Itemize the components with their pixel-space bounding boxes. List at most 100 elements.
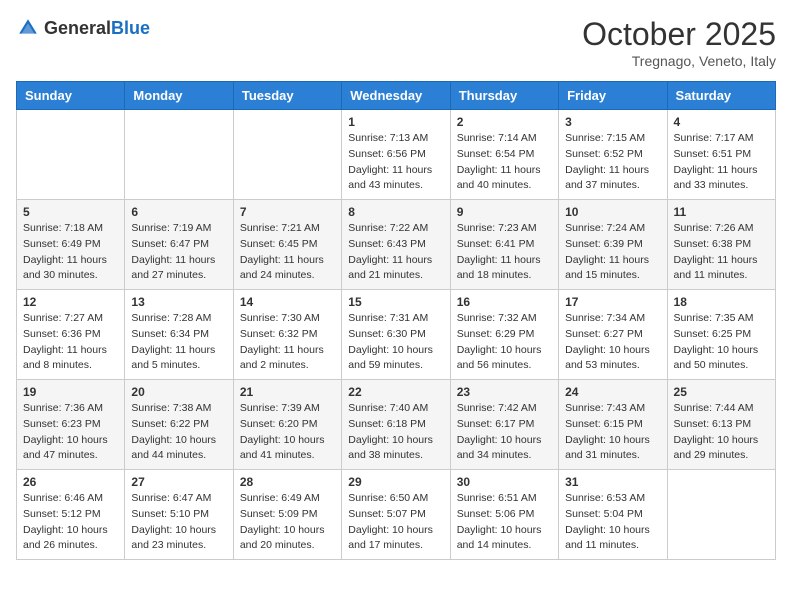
- day-number: 7: [240, 205, 335, 219]
- calendar-cell: 4Sunrise: 7:17 AMSunset: 6:51 PMDaylight…: [667, 110, 775, 200]
- day-header-monday: Monday: [125, 82, 233, 110]
- day-number: 20: [131, 385, 226, 399]
- calendar-cell: 31Sunrise: 6:53 AMSunset: 5:04 PMDayligh…: [559, 470, 667, 560]
- calendar-header-row: SundayMondayTuesdayWednesdayThursdayFrid…: [17, 82, 776, 110]
- calendar-week-row: 1 Sunrise: 7:13 AMSunset: 6:56 PMDaylight…: [17, 110, 776, 200]
- calendar-week-row: 26 Sunrise: 6:46 AMSunset: 5:12 PMDayligh…: [17, 470, 776, 560]
- day-number: 2: [457, 115, 552, 129]
- title-block: October 2025 Tregnago, Veneto, Italy: [582, 16, 776, 69]
- calendar-cell: 27Sunrise: 6:47 AMSunset: 5:10 PMDayligh…: [125, 470, 233, 560]
- calendar-cell: [17, 110, 125, 200]
- calendar-week-row: 5 Sunrise: 7:18 AMSunset: 6:49 PMDaylight…: [17, 200, 776, 290]
- day-info: Sunrise: 7:40 AMSunset: 6:18 PMDaylight:…: [348, 401, 443, 464]
- day-info: Sunrise: 7:34 AMSunset: 6:27 PMDaylight:…: [565, 311, 660, 374]
- day-header-saturday: Saturday: [667, 82, 775, 110]
- calendar-cell: 18 Sunrise: 7:35 AMSunset: 6:25 PMDayligh…: [667, 290, 775, 380]
- day-info: Sunrise: 6:53 AMSunset: 5:04 PMDaylight:…: [565, 491, 660, 554]
- day-number: 3: [565, 115, 660, 129]
- day-info: Sunrise: 6:47 AMSunset: 5:10 PMDaylight:…: [131, 491, 226, 554]
- calendar-cell: [233, 110, 341, 200]
- calendar-cell: [125, 110, 233, 200]
- day-info: Sunrise: 7:26 AMSunset: 6:38 PMDaylight:…: [674, 221, 769, 284]
- day-info: Sunrise: 7:23 AMSunset: 6:41 PMDaylight:…: [457, 221, 552, 284]
- day-number: 9: [457, 205, 552, 219]
- calendar-cell: 9 Sunrise: 7:23 AMSunset: 6:41 PMDaylight…: [450, 200, 558, 290]
- day-info: Sunrise: 7:17 AMSunset: 6:51 PMDaylight:…: [674, 131, 769, 194]
- day-number: 10: [565, 205, 660, 219]
- day-info: Sunrise: 7:28 AMSunset: 6:34 PMDaylight:…: [131, 311, 226, 374]
- day-info: Sunrise: 7:35 AMSunset: 6:25 PMDaylight:…: [674, 311, 769, 374]
- calendar-cell: 20 Sunrise: 7:38 AMSunset: 6:22 PMDayligh…: [125, 380, 233, 470]
- calendar-cell: 11 Sunrise: 7:26 AMSunset: 6:38 PMDayligh…: [667, 200, 775, 290]
- day-info: Sunrise: 6:49 AMSunset: 5:09 PMDaylight:…: [240, 491, 335, 554]
- day-number: 22: [348, 385, 443, 399]
- day-number: 28: [240, 475, 335, 489]
- day-info: Sunrise: 6:46 AMSunset: 5:12 PMDaylight:…: [23, 491, 118, 554]
- day-info: Sunrise: 7:15 AMSunset: 6:52 PMDaylight:…: [565, 131, 660, 194]
- day-number: 12: [23, 295, 118, 309]
- calendar-cell: 12 Sunrise: 7:27 AMSunset: 6:36 PMDayligh…: [17, 290, 125, 380]
- calendar-cell: 23 Sunrise: 7:42 AMSunset: 6:17 PMDayligh…: [450, 380, 558, 470]
- day-number: 26: [23, 475, 118, 489]
- day-number: 6: [131, 205, 226, 219]
- day-number: 18: [674, 295, 769, 309]
- day-info: Sunrise: 7:14 AMSunset: 6:54 PMDaylight:…: [457, 131, 552, 194]
- calendar-cell: 15Sunrise: 7:31 AMSunset: 6:30 PMDayligh…: [342, 290, 450, 380]
- calendar-cell: 8 Sunrise: 7:22 AMSunset: 6:43 PMDaylight…: [342, 200, 450, 290]
- calendar-cell: 14 Sunrise: 7:30 AMSunset: 6:32 PMDayligh…: [233, 290, 341, 380]
- calendar-week-row: 19Sunrise: 7:36 AMSunset: 6:23 PMDayligh…: [17, 380, 776, 470]
- calendar-cell: 21 Sunrise: 7:39 AMSunset: 6:20 PMDayligh…: [233, 380, 341, 470]
- logo-icon: [16, 16, 40, 40]
- calendar-cell: 26 Sunrise: 6:46 AMSunset: 5:12 PMDayligh…: [17, 470, 125, 560]
- day-number: 23: [457, 385, 552, 399]
- day-number: 25: [674, 385, 769, 399]
- day-info: Sunrise: 7:42 AMSunset: 6:17 PMDaylight:…: [457, 401, 552, 464]
- day-info: Sunrise: 7:27 AMSunset: 6:36 PMDaylight:…: [23, 311, 118, 374]
- calendar-table: SundayMondayTuesdayWednesdayThursdayFrid…: [16, 81, 776, 560]
- day-number: 21: [240, 385, 335, 399]
- day-info: Sunrise: 7:30 AMSunset: 6:32 PMDaylight:…: [240, 311, 335, 374]
- calendar-cell: 25 Sunrise: 7:44 AMSunset: 6:13 PMDayligh…: [667, 380, 775, 470]
- day-info: Sunrise: 7:13 AMSunset: 6:56 PMDaylight:…: [348, 131, 443, 194]
- day-info: Sunrise: 6:50 AMSunset: 5:07 PMDaylight:…: [348, 491, 443, 554]
- calendar-cell: 16 Sunrise: 7:32 AMSunset: 6:29 PMDayligh…: [450, 290, 558, 380]
- day-number: 13: [131, 295, 226, 309]
- day-header-sunday: Sunday: [17, 82, 125, 110]
- day-info: Sunrise: 7:44 AMSunset: 6:13 PMDaylight:…: [674, 401, 769, 464]
- day-number: 16: [457, 295, 552, 309]
- day-info: Sunrise: 7:38 AMSunset: 6:22 PMDaylight:…: [131, 401, 226, 464]
- calendar-cell: 5 Sunrise: 7:18 AMSunset: 6:49 PMDaylight…: [17, 200, 125, 290]
- calendar-cell: [667, 470, 775, 560]
- calendar-cell: 28 Sunrise: 6:49 AMSunset: 5:09 PMDayligh…: [233, 470, 341, 560]
- day-number: 8: [348, 205, 443, 219]
- day-number: 17: [565, 295, 660, 309]
- day-number: 11: [674, 205, 769, 219]
- calendar-cell: 13 Sunrise: 7:28 AMSunset: 6:34 PMDayligh…: [125, 290, 233, 380]
- calendar-cell: 19Sunrise: 7:36 AMSunset: 6:23 PMDayligh…: [17, 380, 125, 470]
- day-number: 24: [565, 385, 660, 399]
- day-info: Sunrise: 7:18 AMSunset: 6:49 PMDaylight:…: [23, 221, 118, 284]
- calendar-cell: 1 Sunrise: 7:13 AMSunset: 6:56 PMDaylight…: [342, 110, 450, 200]
- day-info: Sunrise: 7:19 AMSunset: 6:47 PMDaylight:…: [131, 221, 226, 284]
- day-header-thursday: Thursday: [450, 82, 558, 110]
- day-number: 14: [240, 295, 335, 309]
- day-header-wednesday: Wednesday: [342, 82, 450, 110]
- day-info: Sunrise: 7:24 AMSunset: 6:39 PMDaylight:…: [565, 221, 660, 284]
- calendar-cell: 17 Sunrise: 7:34 AMSunset: 6:27 PMDayligh…: [559, 290, 667, 380]
- calendar-cell: 2 Sunrise: 7:14 AMSunset: 6:54 PMDaylight…: [450, 110, 558, 200]
- day-info: Sunrise: 7:43 AMSunset: 6:15 PMDaylight:…: [565, 401, 660, 464]
- calendar-cell: 10 Sunrise: 7:24 AMSunset: 6:39 PMDayligh…: [559, 200, 667, 290]
- month-title: October 2025: [582, 16, 776, 53]
- day-number: 15: [348, 295, 443, 309]
- day-number: 29: [348, 475, 443, 489]
- logo: GeneralBlue: [16, 16, 150, 40]
- day-header-tuesday: Tuesday: [233, 82, 341, 110]
- day-info: Sunrise: 7:21 AMSunset: 6:45 PMDaylight:…: [240, 221, 335, 284]
- day-info: Sunrise: 7:32 AMSunset: 6:29 PMDaylight:…: [457, 311, 552, 374]
- day-number: 1: [348, 115, 443, 129]
- day-info: Sunrise: 7:39 AMSunset: 6:20 PMDaylight:…: [240, 401, 335, 464]
- day-number: 30: [457, 475, 552, 489]
- day-number: 5: [23, 205, 118, 219]
- day-info: Sunrise: 7:22 AMSunset: 6:43 PMDaylight:…: [348, 221, 443, 284]
- calendar-cell: 24 Sunrise: 7:43 AMSunset: 6:15 PMDayligh…: [559, 380, 667, 470]
